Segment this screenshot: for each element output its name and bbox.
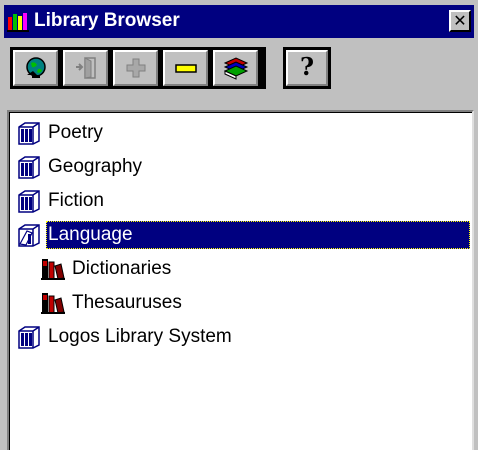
connect-button[interactable] (13, 50, 58, 86)
books-icon (41, 259, 65, 280)
library-tree[interactable]: Poetry Geography Fiction Language Dictio… (7, 110, 474, 450)
toolbar: ? (10, 47, 340, 89)
close-button[interactable]: ✕ (449, 10, 471, 32)
books-icon (41, 293, 65, 314)
tree-item-language[interactable]: Language (15, 221, 470, 249)
tree-item-fiction[interactable]: Fiction (15, 187, 470, 215)
open-door-icon (75, 57, 96, 79)
collapse-button[interactable] (163, 50, 208, 86)
bookshelf-icon (18, 190, 40, 213)
tree-item-label: Logos Library System (48, 326, 232, 347)
globe-icon (25, 57, 46, 78)
help-button[interactable]: ? (283, 47, 331, 89)
tree-item-thesauruses[interactable]: Thesauruses (39, 289, 470, 317)
tree-item-label: Fiction (48, 190, 104, 211)
tree-item-label: Thesauruses (72, 292, 182, 313)
tree-item-dictionaries[interactable]: Dictionaries (39, 255, 470, 283)
open-bookshelf-icon (18, 224, 40, 247)
toolbar-button-group (10, 47, 266, 89)
tree-item-label: Language (46, 221, 470, 249)
tree-item-label: Poetry (48, 122, 103, 143)
tree-item-label: Dictionaries (72, 258, 172, 279)
bookshelf-icon (18, 122, 40, 145)
tree-item-logos-library-system[interactable]: Logos Library System (15, 323, 470, 351)
books-button[interactable] (213, 50, 258, 86)
help-button-face[interactable]: ? (286, 50, 328, 86)
tree-item-label: Geography (48, 156, 143, 177)
expand-button[interactable] (113, 50, 158, 86)
tree-item-geography[interactable]: Geography (15, 153, 470, 181)
app-icon (7, 13, 29, 32)
library-browser-window: Library Browser ✕ ? Poetry Geography Fic… (0, 0, 478, 450)
minus-icon (174, 64, 197, 73)
open-button[interactable] (63, 50, 108, 86)
bookshelf-icon (18, 156, 40, 179)
plus-icon (126, 58, 145, 78)
title-bar[interactable]: Library Browser ✕ (4, 5, 474, 38)
bookshelf-icon (18, 326, 40, 349)
window-title: Library Browser (34, 10, 180, 31)
books-icon (223, 57, 248, 80)
tree-item-poetry[interactable]: Poetry (15, 119, 470, 147)
